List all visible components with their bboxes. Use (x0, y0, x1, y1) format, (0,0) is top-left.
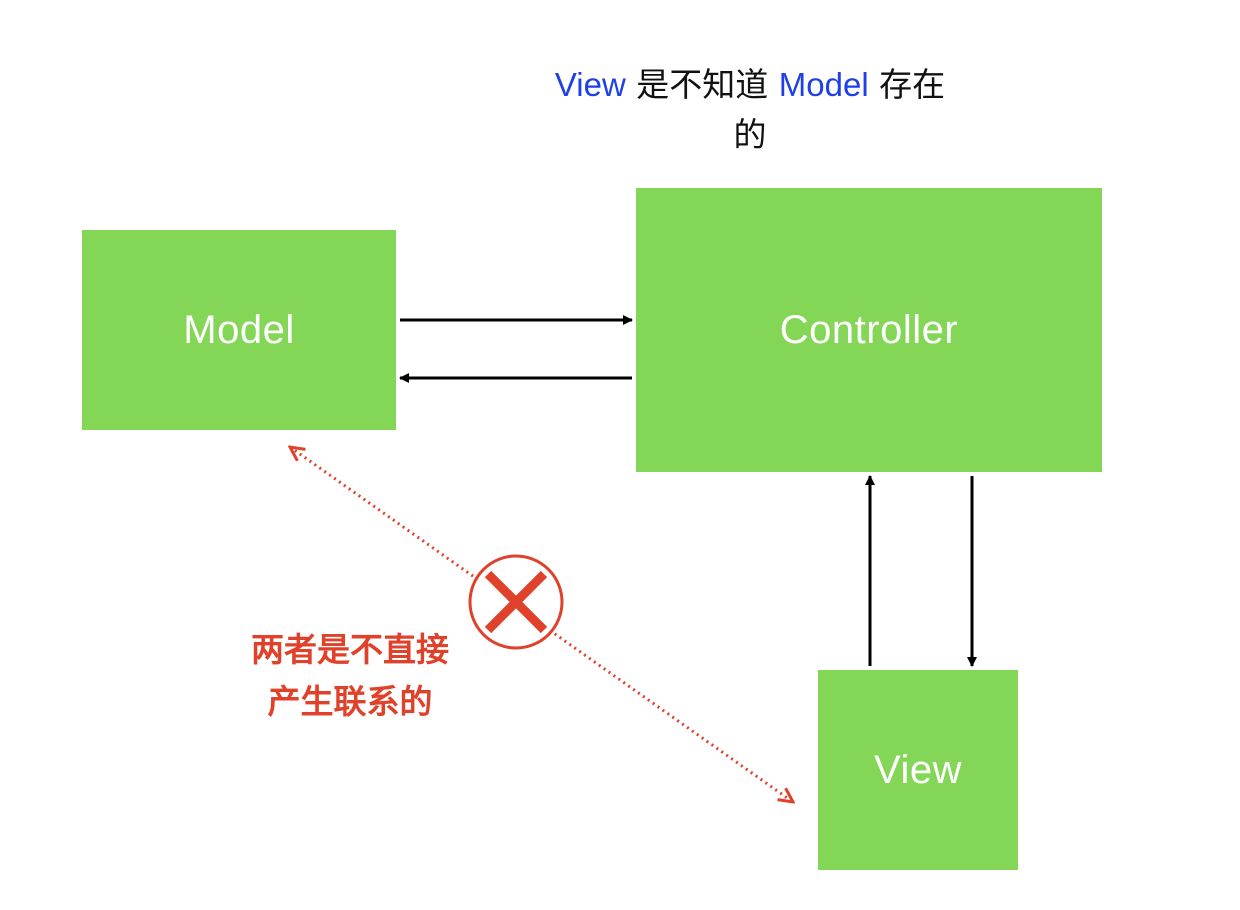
no-direct-link-line1: 两者是不直接 (251, 630, 449, 669)
no-direct-link-note: 两者是不直接 产生联系的 (225, 624, 475, 728)
no-direct-link-line2: 产生联系的 (267, 682, 433, 721)
connections-layer (0, 315, 977, 910)
cross-circle-icon (468, 554, 564, 650)
